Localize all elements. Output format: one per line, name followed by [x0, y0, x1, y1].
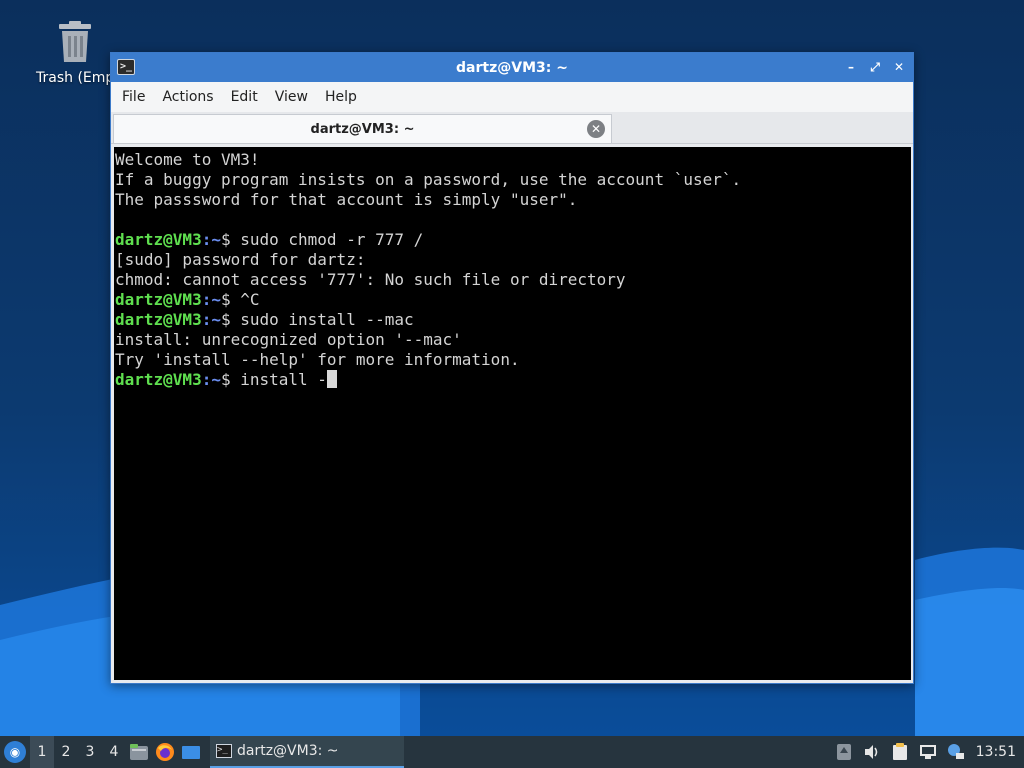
- terminal-task-icon: >_: [216, 744, 232, 758]
- show-desktop-button[interactable]: [178, 736, 204, 768]
- close-button[interactable]: ✕: [891, 59, 907, 75]
- prompt-user: dartz@VM3: [115, 370, 202, 389]
- workspace-1[interactable]: 1: [30, 736, 54, 768]
- trash-label: Trash (Empty): [36, 70, 120, 86]
- menu-help[interactable]: Help: [318, 89, 364, 105]
- menu-edit[interactable]: Edit: [224, 89, 265, 105]
- notification-icon: [947, 744, 964, 759]
- menubar: File Actions Edit View Help: [111, 82, 913, 112]
- prompt-command: $ sudo install --mac: [220, 310, 414, 329]
- workspace-2[interactable]: 2: [54, 736, 78, 768]
- tab-terminal[interactable]: dartz@VM3: ~ ✕: [113, 114, 612, 143]
- text-cursor: [326, 370, 337, 388]
- menu-actions[interactable]: Actions: [155, 89, 220, 105]
- clipboard-icon: [892, 743, 907, 760]
- terminal-line: The passsword for that account is simply…: [115, 190, 578, 209]
- prompt-user: dartz@VM3: [115, 230, 202, 249]
- terminal-window: >_ dartz@VM3: ~ – ⤢ ✕ File Actions Edit …: [110, 52, 914, 684]
- tab-title: dartz@VM3: ~: [310, 121, 415, 137]
- terminal-app-icon: >_: [117, 59, 135, 75]
- terminal-line: dartz@VM3:~$ sudo chmod -r 777 /: [115, 230, 911, 250]
- tray-volume[interactable]: [858, 736, 886, 768]
- workspace-4[interactable]: 4: [102, 736, 126, 768]
- tray-notifications[interactable]: [942, 736, 970, 768]
- window-titlebar[interactable]: >_ dartz@VM3: ~ – ⤢ ✕: [111, 53, 913, 82]
- prompt-command: $ install -: [220, 370, 327, 389]
- prompt-user: dartz@VM3: [115, 310, 202, 329]
- terminal-line: If a buggy program insists on a password…: [115, 170, 742, 189]
- tray-updates[interactable]: [830, 736, 858, 768]
- network-icon: [919, 745, 936, 759]
- menu-view[interactable]: View: [268, 89, 315, 105]
- terminal-line: Try 'install --help' for more informatio…: [115, 350, 520, 369]
- terminal-line: Welcome to VM3!: [115, 150, 260, 169]
- firefox-launcher[interactable]: [152, 736, 178, 768]
- prompt-path: :~: [201, 310, 221, 329]
- trash-icon: [59, 21, 91, 62]
- file-manager-launcher[interactable]: [126, 736, 152, 768]
- prompt-path: :~: [201, 290, 221, 309]
- tray-network[interactable]: [914, 736, 942, 768]
- terminal-line: dartz@VM3:~$ sudo install --mac: [115, 310, 911, 330]
- terminal-output[interactable]: Welcome to VM3! If a buggy program insist…: [114, 147, 911, 680]
- system-tray: 13:51: [830, 736, 1024, 768]
- clock[interactable]: 13:51: [970, 744, 1024, 760]
- window-title: dartz@VM3: ~: [456, 59, 568, 76]
- task-label: dartz@VM3: ~: [237, 743, 339, 759]
- terminal-line: [sudo] password for dartz:: [115, 250, 366, 269]
- prompt-path: :~: [201, 230, 221, 249]
- prompt-path: :~: [201, 370, 221, 389]
- volume-icon: [864, 745, 877, 759]
- desktop-icon: [182, 746, 200, 759]
- terminal-line: install: unrecognized option '--mac': [115, 330, 462, 349]
- tray-clipboard[interactable]: [886, 736, 914, 768]
- folder-icon: [130, 744, 148, 760]
- arrow-up-icon: [836, 744, 851, 760]
- taskbar-task-terminal[interactable]: >_ dartz@VM3: ~: [210, 736, 404, 768]
- workspace-3[interactable]: 3: [78, 736, 102, 768]
- prompt-user: dartz@VM3: [115, 290, 202, 309]
- tab-bar: dartz@VM3: ~ ✕: [111, 112, 913, 144]
- tab-close-icon[interactable]: ✕: [587, 120, 605, 138]
- terminal-line: dartz@VM3:~$ ^C: [115, 290, 911, 310]
- maximize-button[interactable]: ⤢: [867, 59, 883, 75]
- taskbar: ◉ 1 2 3 4 >_ dartz@VM3: ~ 13:51: [0, 736, 1024, 768]
- start-menu-button[interactable]: ◉: [0, 736, 30, 768]
- lubuntu-logo-icon: ◉: [4, 741, 26, 763]
- minimize-button[interactable]: –: [843, 59, 859, 75]
- terminal-line: dartz@VM3:~$ install -: [115, 370, 911, 390]
- firefox-icon: [156, 743, 174, 761]
- terminal-line: chmod: cannot access '777': No such file…: [115, 270, 626, 289]
- menu-file[interactable]: File: [115, 89, 152, 105]
- prompt-command: $ ^C: [220, 290, 260, 309]
- prompt-command: $ sudo chmod -r 777 /: [220, 230, 424, 249]
